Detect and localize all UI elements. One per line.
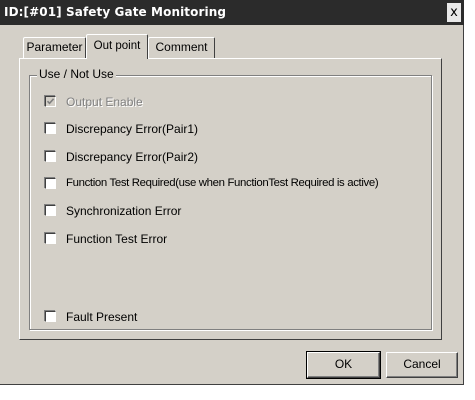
function-test-required-checkbox[interactable] [45, 178, 56, 189]
title-bar[interactable]: ID:[#01] Safety Gate Monitoring x [0, 0, 464, 25]
cancel-button[interactable]: Cancel [386, 352, 458, 378]
discrepancy-error-pair2-checkbox[interactable] [45, 151, 56, 162]
synchronization-error-label[interactable]: Synchronization Error [66, 204, 181, 218]
checkmark-icon [46, 98, 55, 105]
dialog-window: ID:[#01] Safety Gate Monitoring x Parame… [0, 0, 464, 385]
tab-parameter[interactable]: Parameter [23, 37, 86, 58]
function-test-error-label[interactable]: Function Test Error [66, 232, 167, 246]
tab-parameter-label: Parameter [26, 40, 83, 54]
ok-button[interactable]: OK [306, 351, 381, 379]
function-test-error-checkbox[interactable] [45, 233, 56, 244]
close-icon[interactable]: x [447, 3, 461, 22]
discrepancy-error-pair2-label[interactable]: Discrepancy Error(Pair2) [66, 150, 198, 164]
discrepancy-error-pair1-label[interactable]: Discrepancy Error(Pair1) [66, 122, 198, 136]
tab-panel-out-point: Use / Not Use Output Enable Discrepancy … [19, 58, 442, 340]
synchronization-error-checkbox[interactable] [45, 205, 56, 216]
tab-comment[interactable]: Comment [148, 37, 215, 58]
window-title: ID:[#01] Safety Gate Monitoring [4, 5, 227, 19]
tab-out-point-label: Out point [93, 40, 141, 52]
use-not-use-group: Use / Not Use Output Enable Discrepancy … [29, 67, 432, 330]
fault-present-checkbox[interactable] [45, 311, 56, 322]
fault-present-label[interactable]: Fault Present [66, 310, 137, 324]
output-enable-checkbox [45, 96, 56, 107]
discrepancy-error-pair1-checkbox[interactable] [45, 123, 56, 134]
output-enable-label: Output Enable [66, 95, 143, 109]
tab-out-point[interactable]: Out point [86, 34, 148, 59]
function-test-required-label[interactable]: Function Test Required(use when Function… [66, 177, 379, 189]
tab-comment-label: Comment [155, 40, 208, 54]
group-title: Use / Not Use [37, 67, 116, 81]
